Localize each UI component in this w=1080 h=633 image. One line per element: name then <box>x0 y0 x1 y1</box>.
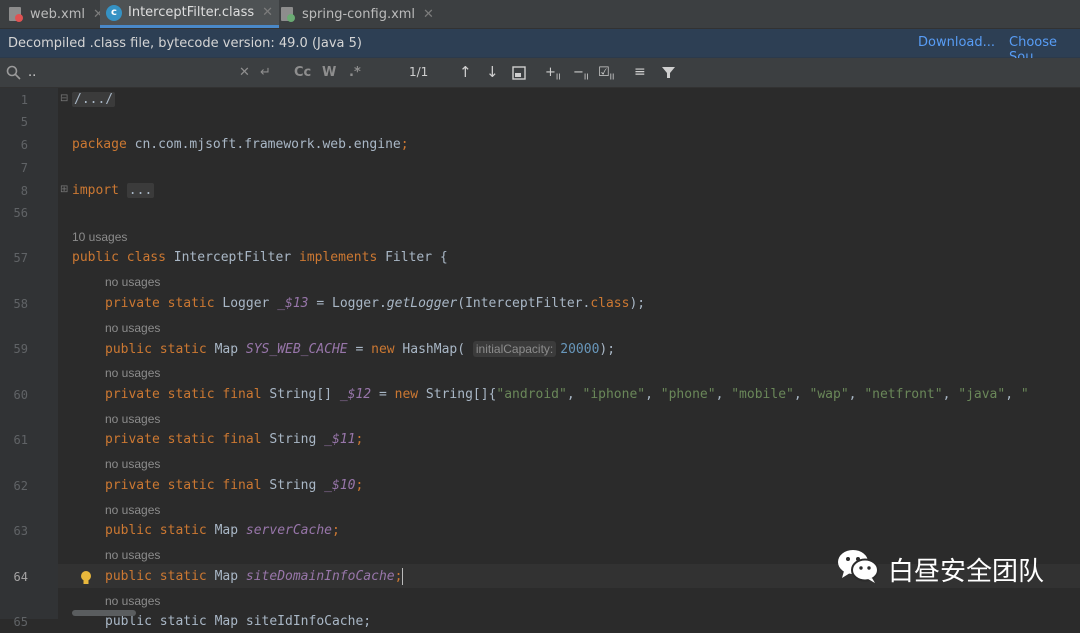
remove-occurrence-icon[interactable]: −II <box>573 58 589 87</box>
usages-hint[interactable]: 10 usages <box>72 226 127 248</box>
code-line: 5 <box>0 111 1080 133</box>
line-number: 6 <box>20 138 28 152</box>
code-line: 60 private static final String[] _$12 = … <box>0 384 1080 406</box>
code-text: public static Map SYS_WEB_CACHE = new Ha… <box>105 341 616 357</box>
line-number: 8 <box>20 184 28 198</box>
usages-hint[interactable]: no usages <box>105 317 160 339</box>
code-line: 58 private static Logger _$13 = Logger.g… <box>0 293 1080 315</box>
tab-label: web.xml <box>30 6 85 22</box>
parameter-hint: initialCapacity: <box>472 341 557 357</box>
line-number: 59 <box>13 342 28 356</box>
code-line: 57 public class InterceptFilter implemen… <box>0 247 1080 269</box>
usages-hint[interactable]: no usages <box>105 590 160 612</box>
whole-word-toggle[interactable]: W <box>322 58 336 87</box>
code-line: 59 public static Map SYS_WEB_CACHE = new… <box>0 338 1080 360</box>
close-icon[interactable]: ✕ <box>262 5 273 20</box>
tab-spring-config[interactable]: spring-config.xml ✕ <box>280 0 434 28</box>
select-all-occurrences-icon[interactable]: ☑II <box>598 58 614 87</box>
line-number: 57 <box>13 251 28 265</box>
line-number: 58 <box>13 297 28 311</box>
code-text: public class InterceptFilter implements … <box>72 250 448 265</box>
arrow-up-icon[interactable]: ↑ <box>459 58 472 87</box>
usages-hint[interactable]: no usages <box>105 271 160 293</box>
usages-hint[interactable]: no usages <box>105 544 160 566</box>
code-line: 65 public static Map siteIdInfoCache; <box>0 611 1080 633</box>
regex-toggle[interactable]: .* <box>349 58 361 87</box>
usages-hint[interactable]: no usages <box>105 499 160 521</box>
watermark-text: 白昼安全团队 <box>888 556 1045 587</box>
tab-label: InterceptFilter.class <box>128 5 255 20</box>
funnel-icon[interactable] <box>662 58 675 87</box>
text-caret <box>402 568 404 585</box>
spring-xml-icon <box>280 6 296 22</box>
class-file-icon: c <box>106 4 122 21</box>
code-line: 62 private static final String _$10; <box>0 475 1080 497</box>
usages-hint[interactable]: no usages <box>105 408 160 430</box>
line-number: 56 <box>13 206 28 220</box>
banner-message: Decompiled .class file, bytecode version… <box>8 35 362 51</box>
line-number: 61 <box>13 433 28 447</box>
code-text: public static Map siteDomainInfoCache; <box>105 568 404 585</box>
download-link[interactable]: Download... <box>918 35 995 50</box>
lightbulb-icon[interactable] <box>80 566 92 588</box>
horizontal-scrollbar[interactable] <box>72 610 136 616</box>
code-line: 8 ⊞ import ... <box>0 180 1080 202</box>
arrow-down-icon[interactable]: ↓ <box>486 58 499 87</box>
code-text: private static Logger _$13 = Logger.getL… <box>105 296 646 311</box>
code-text: private static final String[] _$12 = new… <box>105 387 1029 402</box>
line-number: 60 <box>13 388 28 402</box>
editor-tab-bar: web.xml ✕ c InterceptFilter.class ✕ spri… <box>0 0 1080 29</box>
code-text: public static Map siteIdInfoCache; <box>105 614 372 629</box>
tab-intercept-filter[interactable]: c InterceptFilter.class ✕ <box>100 0 280 28</box>
wechat-icon <box>836 548 880 591</box>
line-number: 64 <box>13 570 28 584</box>
line-number: 5 <box>20 115 28 129</box>
code-line: 63 public static Map serverCache; <box>0 520 1080 542</box>
match-count: 1/1 <box>409 65 429 79</box>
folded-region[interactable]: ... <box>126 183 155 198</box>
tab-label: spring-config.xml <box>302 6 416 22</box>
line-number: 63 <box>13 524 28 538</box>
code-text: public static Map serverCache; <box>105 523 340 538</box>
new-line-icon[interactable]: ↵ <box>260 58 271 87</box>
code-line: 6 package cn.com.mjsoft.framework.web.en… <box>0 134 1080 156</box>
code-line: 7 <box>0 157 1080 179</box>
usages-hint[interactable]: no usages <box>105 362 160 384</box>
usages-hint[interactable]: no usages <box>105 453 160 475</box>
code-line: 56 <box>0 202 1080 224</box>
filter-results-icon[interactable]: ≡ <box>634 58 646 87</box>
line-number: 65 <box>13 615 28 629</box>
search-icon[interactable] <box>6 58 22 87</box>
folded-region[interactable]: /.../ <box>72 92 116 107</box>
open-in-window-icon[interactable] <box>512 58 526 87</box>
add-occurrence-icon[interactable]: +II <box>545 58 561 87</box>
code-line: 1 ⊟ /.../ <box>0 89 1080 111</box>
close-icon[interactable]: ✕ <box>423 7 434 22</box>
code-text: /.../ <box>72 89 116 111</box>
watermark: 白昼安全团队 <box>836 548 1044 590</box>
match-case-toggle[interactable]: Cc <box>294 58 311 87</box>
find-bar: .. ✕ ↵ Cc W .* 1/1 ↑ ↓ +II −II ☑II ≡ <box>0 58 1080 88</box>
decompiled-banner: Decompiled .class file, bytecode version… <box>0 29 1080 65</box>
code-text: import ... <box>72 183 155 198</box>
tab-web-xml[interactable]: web.xml ✕ <box>8 0 104 28</box>
code-text: private static final String _$11; <box>105 432 364 447</box>
line-number: 1 <box>20 93 28 107</box>
code-line: 61 private static final String _$11; <box>0 429 1080 451</box>
fold-toggle-icon[interactable]: ⊞ <box>60 184 68 195</box>
search-input[interactable]: .. <box>28 58 36 87</box>
code-text: package cn.com.mjsoft.framework.web.engi… <box>72 137 409 152</box>
fold-toggle-icon[interactable]: ⊟ <box>60 93 68 104</box>
code-text: private static final String _$10; <box>105 478 364 493</box>
line-number: 7 <box>20 161 28 175</box>
line-number: 62 <box>13 479 28 493</box>
xml-file-icon <box>8 6 24 22</box>
clear-icon[interactable]: ✕ <box>239 58 250 87</box>
